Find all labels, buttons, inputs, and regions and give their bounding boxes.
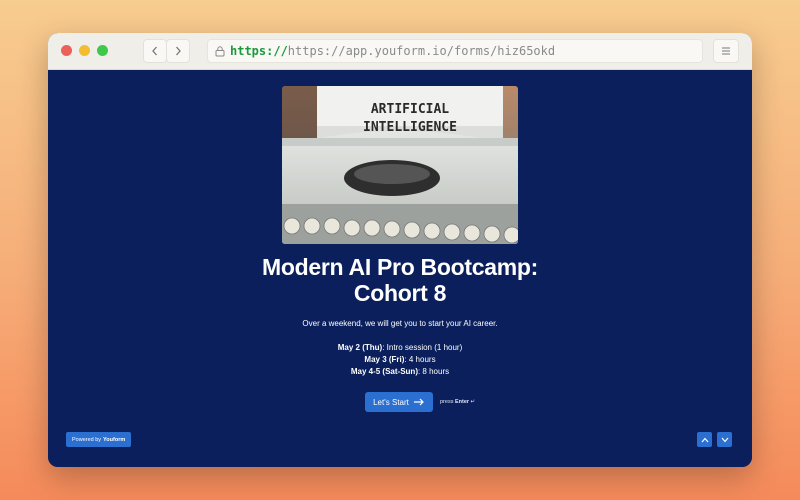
close-window-button[interactable]	[61, 45, 72, 56]
hint-prefix: press	[440, 399, 454, 405]
schedule-list: May 2 (Thu): Intro session (1 hour) May …	[48, 342, 752, 378]
chevron-up-icon	[701, 437, 708, 442]
hamburger-icon	[722, 47, 730, 55]
arrow-right-icon	[413, 398, 424, 406]
form-page: ARTIFICIAL INTELLIGENCE Modern AI Pro Bo…	[48, 70, 752, 467]
lock-icon	[215, 46, 225, 57]
start-button[interactable]: Let's Start	[365, 392, 433, 412]
browser-window: https:// https://app.youform.io/forms/hi…	[48, 33, 752, 467]
hero-image: ARTIFICIAL INTELLIGENCE	[282, 86, 518, 244]
start-button-label: Let's Start	[373, 397, 409, 407]
chevron-down-icon	[721, 437, 728, 442]
schedule-item: May 2 (Thu): Intro session (1 hour)	[48, 342, 752, 354]
keyboard-hint: press Enter ↵	[440, 399, 475, 405]
hero-text-line1: ARTIFICIAL	[371, 102, 449, 117]
chevron-left-icon	[152, 46, 157, 56]
minimize-window-button[interactable]	[79, 45, 90, 56]
enter-key-icon: ↵	[470, 399, 476, 405]
schedule-item: May 3 (Fri): 4 hours	[48, 354, 752, 366]
address-bar[interactable]: https:// https://app.youform.io/forms/hi…	[207, 39, 703, 63]
page-title: Modern AI Pro Bootcamp: Cohort 8	[48, 254, 752, 306]
schedule-item: May 4-5 (Sat-Sun): 8 hours	[48, 366, 752, 378]
url-text: https://app.youform.io/forms/hiz65okd	[287, 44, 556, 58]
description: Over a weekend, we will get you to start…	[302, 319, 498, 328]
schedule-day: May 3 (Fri)	[364, 355, 405, 364]
hint-key: Enter	[454, 399, 470, 405]
title-line2: Cohort 8	[353, 280, 447, 306]
previous-question-button[interactable]	[697, 432, 712, 447]
chevron-right-icon	[176, 46, 181, 56]
browser-menu-button[interactable]	[713, 39, 739, 63]
schedule-detail: : Intro session (1 hour)	[382, 343, 463, 352]
title-line1: Modern AI Pro Bootcamp:	[262, 254, 538, 280]
typewriter-illustration: ARTIFICIAL INTELLIGENCE	[282, 86, 518, 244]
forward-button[interactable]	[166, 39, 190, 63]
url-scheme: https://	[230, 44, 288, 58]
browser-toolbar: https:// https://app.youform.io/forms/hi…	[48, 33, 752, 70]
schedule-detail: : 4 hours	[404, 355, 436, 364]
maximize-window-button[interactable]	[97, 45, 108, 56]
schedule-detail: : 8 hours	[417, 367, 450, 376]
schedule-day: May 2 (Thu)	[337, 343, 383, 352]
back-button[interactable]	[143, 39, 167, 63]
powered-brand: Youform	[103, 436, 126, 443]
schedule-day: May 4-5 (Sat-Sun)	[350, 367, 418, 376]
powered-by-badge[interactable]: Powered by Youform	[66, 432, 132, 447]
hero-text-line2: INTELLIGENCE	[363, 120, 457, 135]
powered-prefix: Powered by	[72, 436, 102, 443]
next-question-button[interactable]	[717, 432, 732, 447]
